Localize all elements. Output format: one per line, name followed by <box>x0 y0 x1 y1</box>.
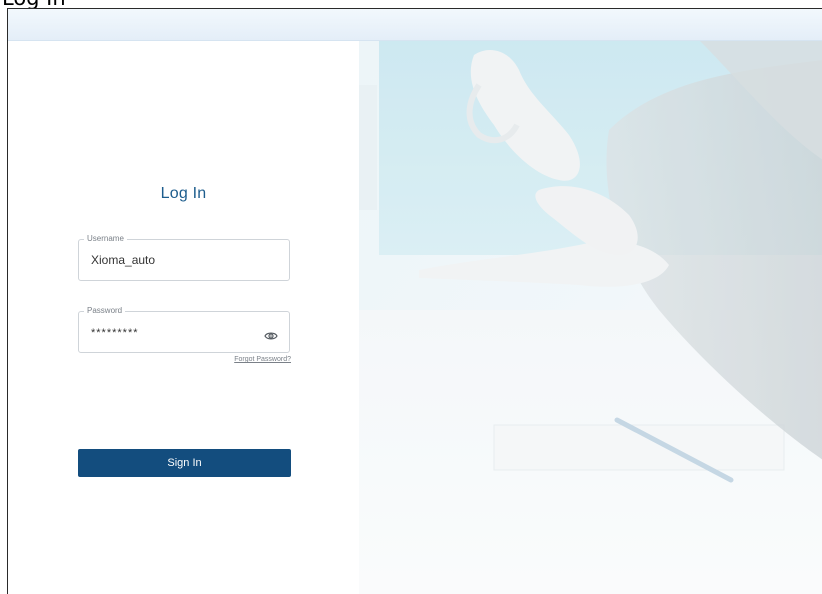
username-label: Username <box>84 234 127 244</box>
login-panel: Log In Username Xioma_auto Password ****… <box>8 40 359 594</box>
password-label: Password <box>84 306 126 316</box>
login-window: Log In Username Xioma_auto Password ****… <box>7 8 822 594</box>
page-title-strip: Log In <box>0 0 822 8</box>
forgot-password-link[interactable]: Forgot Password? <box>78 356 291 363</box>
top-bar <box>8 9 822 41</box>
login-title: Log In <box>160 185 207 202</box>
hero-image <box>359 40 822 594</box>
username-input[interactable]: Xioma_auto <box>91 253 155 267</box>
password-field[interactable]: Password ********* <box>78 306 290 353</box>
page-title: Log In <box>2 0 66 8</box>
username-field[interactable]: Username Xioma_auto <box>78 234 290 281</box>
password-input[interactable]: ********* <box>91 327 139 339</box>
sign-in-button[interactable]: Sign In <box>78 449 291 477</box>
eye-icon[interactable] <box>264 327 278 340</box>
